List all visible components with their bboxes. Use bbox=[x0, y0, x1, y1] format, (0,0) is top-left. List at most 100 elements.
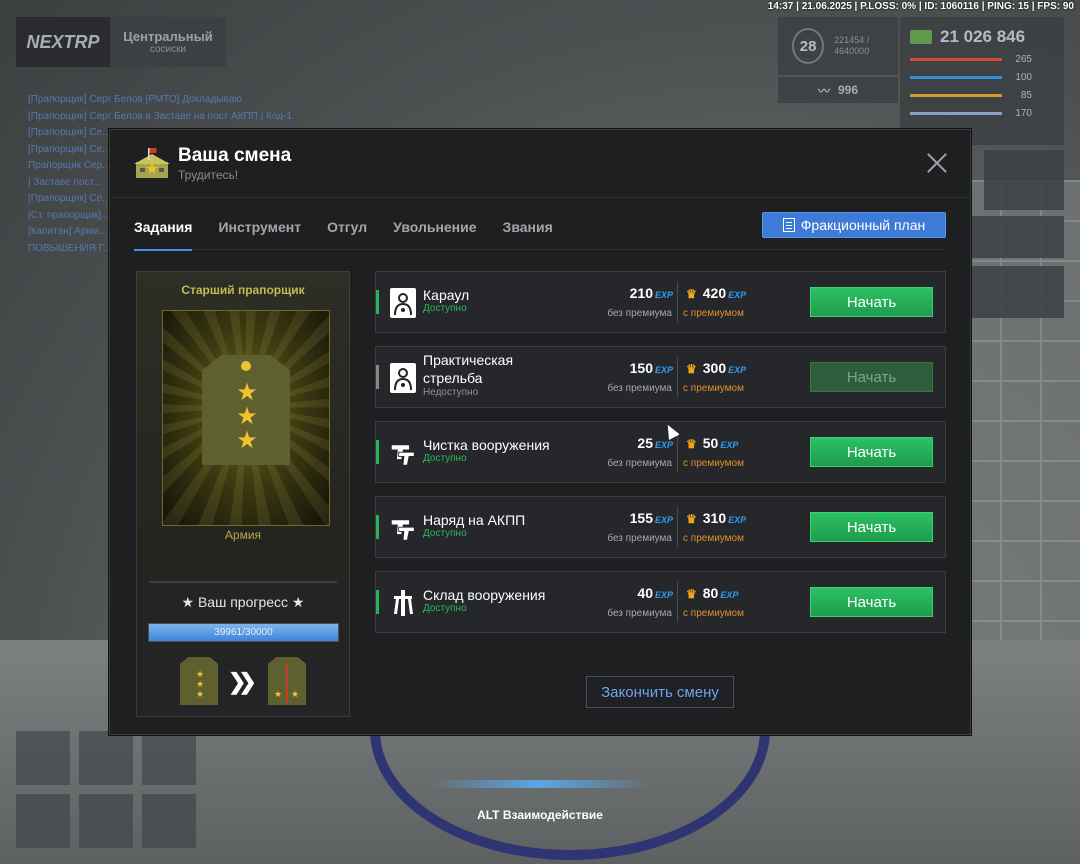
level-badge: 28 bbox=[792, 28, 825, 64]
start-button[interactable]: Начать bbox=[810, 587, 933, 617]
task-row: Практическая стрельба Недоступно 150 EXP … bbox=[375, 346, 946, 408]
crown-icon: ♛ bbox=[686, 512, 697, 526]
exp-reward: 155 EXP bbox=[629, 510, 673, 526]
close-icon[interactable] bbox=[926, 152, 948, 174]
armor-value: 170 bbox=[1015, 108, 1032, 119]
money-value: 21 026 846 bbox=[940, 27, 1026, 46]
exp-premium-reward: ♛ 50 EXP bbox=[686, 435, 739, 451]
server-subtitle: сосиски bbox=[149, 44, 187, 55]
exp-premium-reward: ♛ 420 EXP bbox=[686, 285, 747, 301]
health-value: 265 bbox=[1015, 54, 1032, 65]
inventory-slot[interactable] bbox=[16, 731, 70, 785]
faction-plan-label: Фракционный план bbox=[800, 217, 926, 233]
level-panel: 28 221454 / 4640000 bbox=[778, 17, 898, 75]
next-rank-preview: ★ ★ ★ ❯❯ ★ ★ bbox=[180, 657, 308, 707]
exp-premium-reward: ♛ 80 EXP bbox=[686, 585, 739, 601]
reputation-panel: 〰 996 bbox=[778, 77, 898, 103]
start-button[interactable]: Начать bbox=[810, 437, 933, 467]
health-bar bbox=[910, 58, 1002, 61]
level-xp: 221454 / 4640000 bbox=[834, 35, 870, 56]
tab-day-off[interactable]: Отгул bbox=[327, 214, 367, 250]
cash-icon bbox=[910, 30, 932, 44]
star-icon: ★ bbox=[236, 426, 258, 454]
money-panel: 21 026 846 265 100 85 170 bbox=[900, 17, 1064, 145]
progress-label: ★ Ваш прогресс ★ bbox=[181, 594, 305, 610]
chat-line: [Прапорщик] Серг Белов [РМТО] Докладываю bbox=[28, 94, 242, 105]
premium-label: с премиумом bbox=[683, 383, 744, 394]
start-button[interactable]: Начать bbox=[810, 512, 933, 542]
modal-header: Ваша смена Трудитесь! bbox=[110, 130, 970, 198]
interaction-glow bbox=[430, 780, 650, 788]
inventory-slot[interactable] bbox=[142, 794, 196, 848]
f2-panel[interactable] bbox=[984, 150, 1064, 210]
start-button-disabled[interactable]: Начать bbox=[810, 362, 933, 392]
armor-bar bbox=[910, 112, 1002, 115]
task-row: Склад вооружения Доступно 40 EXP без прем… bbox=[375, 571, 946, 633]
task-row: Наряд на АКПП Доступно 155 EXP без премиу… bbox=[375, 496, 946, 558]
modal-title: Ваша смена bbox=[178, 145, 292, 166]
chevrons-right-icon: ❯❯ bbox=[228, 669, 257, 694]
premium-label: с премиумом bbox=[683, 533, 744, 544]
premium-label: с премиумом bbox=[683, 458, 744, 469]
epaulette-button bbox=[241, 361, 251, 371]
inventory-slot[interactable] bbox=[16, 794, 70, 848]
tab-tasks[interactable]: Задания bbox=[134, 214, 193, 251]
shift-modal: Ваша смена Трудитесь! Задания Инструмент… bbox=[109, 129, 971, 735]
chat-line: [Прапорщик] Серг Белов в Заставе на пост… bbox=[28, 110, 292, 122]
target-icon bbox=[390, 363, 416, 393]
task-name: Чистка вооружения bbox=[423, 437, 550, 453]
exp-reward: 210 EXP bbox=[629, 285, 673, 301]
task-name: Наряд на АКПП bbox=[423, 512, 526, 528]
stamina-bar bbox=[910, 76, 1002, 79]
exp-premium-reward: ♛ 300 EXP bbox=[686, 360, 747, 376]
task-status: Недоступно bbox=[423, 387, 479, 398]
crown-icon: ♛ bbox=[686, 287, 697, 301]
alt-interaction-hint: ALT Взаимодействие bbox=[477, 808, 603, 822]
faction-plan-button[interactable]: Фракционный план bbox=[762, 212, 946, 238]
inventory-slot[interactable] bbox=[79, 794, 133, 848]
crown-icon: ♛ bbox=[686, 437, 697, 451]
task-status: Доступно bbox=[423, 528, 467, 539]
task-row: Чистка вооружения Доступно 25 EXP без пре… bbox=[375, 421, 946, 483]
inventory-slot[interactable] bbox=[79, 731, 133, 785]
hotkey-panel bbox=[960, 216, 1064, 258]
task-status: Доступно bbox=[423, 603, 467, 614]
premium-label: с премиумом bbox=[683, 308, 744, 319]
no-premium-label: без премиума bbox=[607, 383, 672, 394]
task-status: Доступно bbox=[423, 303, 467, 314]
rank-name: Старший прапорщик bbox=[181, 283, 305, 297]
task-status: Доступно bbox=[423, 453, 467, 464]
server-logo: NEXTRP bbox=[16, 17, 110, 67]
pistols-icon bbox=[391, 520, 415, 541]
server-panel: NEXTRP Центральный сосиски bbox=[16, 17, 226, 67]
stamina-value: 100 bbox=[1015, 72, 1032, 83]
finish-shift-button[interactable]: Закончить смену bbox=[586, 676, 734, 708]
tab-ranks[interactable]: Звания bbox=[503, 214, 553, 250]
inventory-slot[interactable] bbox=[142, 731, 196, 785]
reputation-value: 996 bbox=[837, 83, 859, 97]
progress-text: 39961/30000 bbox=[214, 627, 273, 638]
exp-reward: 150 EXP bbox=[629, 360, 673, 376]
tab-dismissal[interactable]: Увольнение bbox=[393, 214, 476, 250]
rank-progress-bar: 39961/30000 bbox=[148, 623, 339, 642]
barracks-icon bbox=[134, 148, 170, 178]
pistols-icon bbox=[391, 445, 415, 466]
no-premium-label: без премиума bbox=[607, 458, 672, 469]
target-icon bbox=[390, 288, 416, 318]
f9-panel[interactable] bbox=[960, 266, 1064, 318]
task-row: Караул Доступно 210 EXP без премиума ♛ 420… bbox=[375, 271, 946, 333]
tab-tools[interactable]: Инструмент bbox=[218, 214, 301, 250]
document-icon bbox=[782, 218, 795, 232]
premium-label: с премиумом bbox=[683, 608, 744, 619]
server-name: Центральный bbox=[123, 29, 213, 44]
start-button[interactable]: Начать bbox=[810, 287, 933, 317]
rank-card: Старший прапорщик ★ ★ ★ Армия ★ Ваш прог… bbox=[136, 271, 350, 717]
rank-branch: Армия bbox=[224, 528, 262, 542]
no-premium-label: без премиума bbox=[607, 308, 672, 319]
exp-premium-reward: ♛ 310 EXP bbox=[686, 510, 747, 526]
weapon-stand-icon bbox=[394, 590, 413, 616]
rank-insignia-frame: ★ ★ ★ bbox=[162, 310, 330, 526]
hunger-bar bbox=[910, 94, 1002, 97]
no-premium-label: без премиума bbox=[607, 608, 672, 619]
status-bar: 14:37 | 21.06.2025 | P.LOSS: 0% | ID: 10… bbox=[767, 1, 1074, 12]
